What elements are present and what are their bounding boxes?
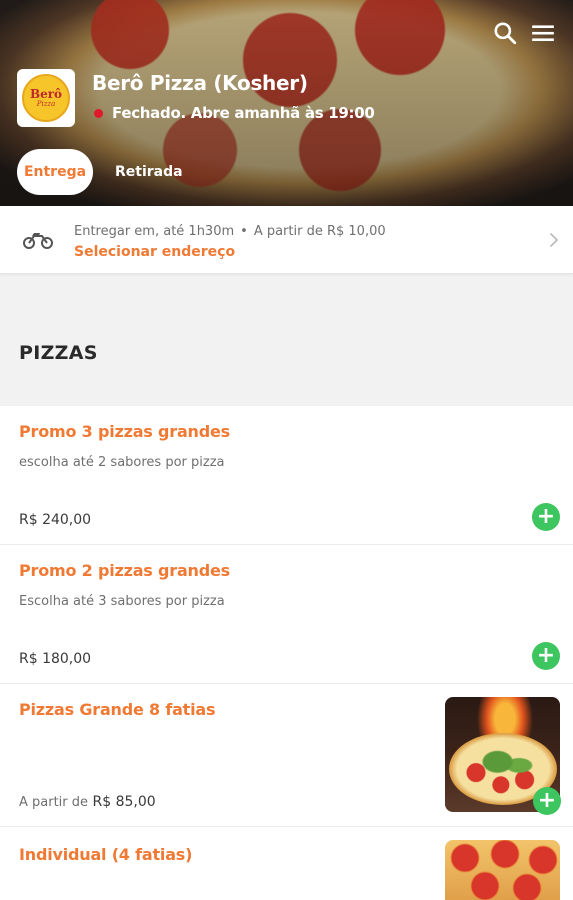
tab-retirada[interactable]: Retirada [103, 149, 195, 195]
product-list: Promo 3 pizzas grandes escolha até 2 sab… [0, 406, 573, 900]
item-name: Pizzas Grande 8 fatias [19, 700, 216, 719]
tab-entrega[interactable]: Entrega [17, 149, 93, 195]
list-item[interactable]: Promo 2 pizzas grandes Escolha até 3 sab… [0, 545, 573, 684]
list-item[interactable]: Promo 3 pizzas grandes escolha até 2 sab… [0, 406, 573, 545]
status-text: Fechado. Abre amanhã às 19:00 [112, 104, 375, 122]
item-price: R$ 180,00 [19, 651, 92, 667]
status-dot-icon [94, 108, 103, 118]
list-item[interactable]: Individual (4 fatias) [0, 827, 573, 900]
item-price: A partir de R$ 85,00 [19, 794, 156, 810]
store-logo: Berô Pizza [17, 69, 75, 127]
add-item-button[interactable]: + [532, 642, 560, 670]
delivery-separator: • [240, 224, 248, 239]
store-status: Fechado. Abre amanhã às 19:00 [94, 104, 375, 122]
motorcycle-icon [23, 233, 53, 249]
logo-title: Berô [29, 86, 63, 101]
delivery-info: Entregar em, até 1h30m • A partir de R$ 10… [74, 224, 386, 239]
store-name: Berô Pizza (Kosher) [92, 71, 308, 95]
add-item-button[interactable]: + [532, 503, 560, 531]
add-item-button[interactable]: + [533, 787, 561, 815]
order-type-tabs: Entrega Retirada [17, 149, 195, 195]
list-item[interactable]: Pizzas Grande 8 fatias A partir de R$ 85… [0, 684, 573, 827]
item-price: R$ 240,00 [19, 512, 92, 528]
logo-badge: Berô Pizza [22, 74, 70, 122]
item-name: Promo 2 pizzas grandes [19, 561, 230, 580]
item-image[interactable] [445, 840, 560, 900]
chevron-right-icon[interactable] [548, 232, 560, 248]
price-prefix: A partir de [19, 795, 89, 810]
price-value: R$ 85,00 [92, 794, 156, 810]
item-description: Escolha até 3 sabores por pizza [19, 594, 225, 609]
menu-icon[interactable] [530, 20, 556, 46]
delivery-time: Entregar em, até 1h30m [74, 224, 235, 239]
item-name: Promo 3 pizzas grandes [19, 422, 230, 441]
logo-subtitle: Pizza [36, 99, 56, 108]
delivery-minimum: A partir de R$ 10,00 [253, 224, 386, 239]
select-address-link[interactable]: Selecionar endereço [74, 244, 235, 260]
search-icon[interactable] [492, 20, 518, 46]
item-name: Individual (4 fatias) [19, 845, 193, 864]
section-title-pizzas: PIZZAS [19, 342, 98, 364]
delivery-address-bar[interactable] [0, 206, 573, 274]
item-description: escolha até 2 sabores por pizza [19, 455, 225, 470]
